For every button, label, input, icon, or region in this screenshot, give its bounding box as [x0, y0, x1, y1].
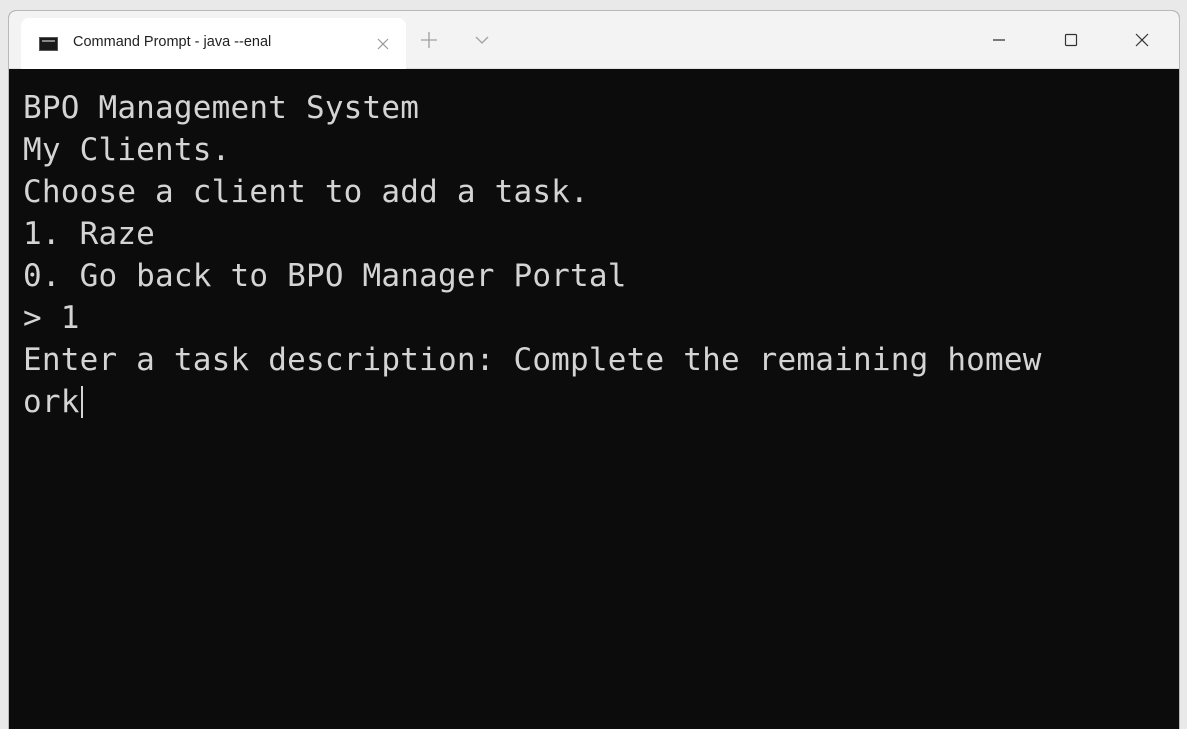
chevron-down-icon — [475, 36, 489, 44]
text-cursor — [80, 386, 83, 418]
command-prompt-icon — [39, 37, 58, 51]
tab-title: Command Prompt - java --enal — [73, 34, 272, 50]
minimize-button[interactable] — [979, 23, 1019, 57]
terminal-line: BPO Management System — [23, 90, 420, 126]
terminal-line: 0. Go back to BPO Manager Portal — [23, 258, 627, 294]
close-icon — [377, 38, 389, 49]
terminal-line: Choose a client to add a task. — [23, 174, 589, 210]
minimize-icon — [993, 39, 1005, 41]
close-icon — [1135, 33, 1149, 47]
terminal-line: 1. Raze — [23, 216, 156, 252]
new-tab-button[interactable] — [416, 28, 442, 54]
tab-command-prompt[interactable]: Command Prompt - java --enal — [21, 18, 406, 69]
tab-dropdown-button[interactable] — [472, 30, 498, 54]
terminal-input-line[interactable]: ork — [23, 381, 1179, 423]
terminal-output[interactable]: BPO Management System My Clients. Choose… — [9, 69, 1179, 729]
close-window-button[interactable] — [1122, 23, 1162, 57]
terminal-line: > 1 — [23, 300, 80, 336]
terminal-input-text: ork — [23, 384, 80, 420]
maximize-button[interactable] — [1051, 23, 1091, 57]
title-bar[interactable]: Command Prompt - java --enal — [9, 11, 1179, 69]
maximize-icon — [1064, 33, 1078, 47]
terminal-line: My Clients. — [23, 132, 231, 168]
close-tab-button[interactable] — [371, 29, 395, 57]
terminal-line: Enter a task description: Complete the r… — [23, 342, 1042, 378]
plus-icon — [421, 32, 437, 48]
terminal-window: Command Prompt - java --enal BPO Managem… — [8, 10, 1180, 729]
